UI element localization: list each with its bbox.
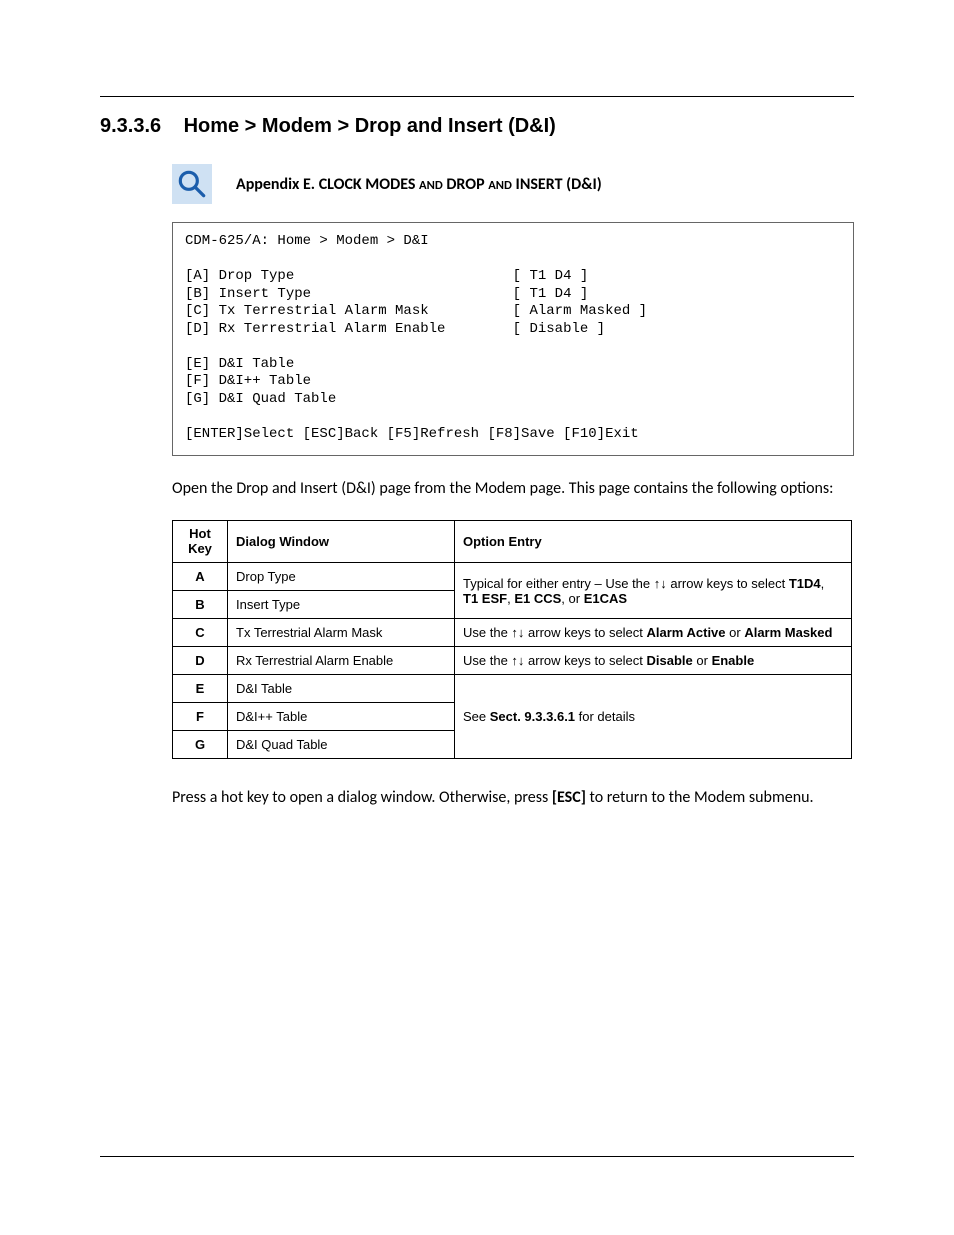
hotkey-cell: F xyxy=(173,703,228,731)
entry-cell: Use the ↑↓ arrow keys to select Disable … xyxy=(455,647,852,675)
terminal-row-a-value: [ T1 D4 ] xyxy=(513,268,589,284)
hotkey-cell: E xyxy=(173,675,228,703)
dialog-cell: Rx Terrestrial Alarm Enable xyxy=(228,647,455,675)
col-header-hotkey: Hot Key xyxy=(173,520,228,563)
col-header-entry: Option Entry xyxy=(455,520,852,563)
terminal-output: CDM-625/A: Home > Modem > D&I [A] Drop T… xyxy=(172,222,854,456)
dialog-cell: Tx Terrestrial Alarm Mask xyxy=(228,619,455,647)
hotkey-cell: A xyxy=(173,563,228,591)
entry-cell: See Sect. 9.3.3.6.1 for details xyxy=(455,675,852,759)
hotkey-cell: G xyxy=(173,731,228,759)
intro-paragraph: Open the Drop and Insert (D&I) page from… xyxy=(172,478,854,500)
bottom-rule xyxy=(100,1156,854,1157)
dialog-cell: D&I++ Table xyxy=(228,703,455,731)
hotkey-cell: C xyxy=(173,619,228,647)
hotkey-cell: D xyxy=(173,647,228,675)
table-row: D Rx Terrestrial Alarm Enable Use the ↑↓… xyxy=(173,647,852,675)
terminal-row-c-label: [C] Tx Terrestrial Alarm Mask xyxy=(185,303,429,319)
section-title: Home > Modem > Drop and Insert (D&I) xyxy=(184,115,556,137)
entry-cell: Typical for either entry – Use the ↑↓ ar… xyxy=(455,563,852,619)
table-row: E D&I Table See Sect. 9.3.3.6.1 for deta… xyxy=(173,675,852,703)
magnifier-icon xyxy=(172,164,212,204)
terminal-breadcrumb: CDM-625/A: Home > Modem > D&I xyxy=(185,233,429,249)
dialog-cell: D&I Table xyxy=(228,675,455,703)
terminal-footer: [ENTER]Select [ESC]Back [F5]Refresh [F8]… xyxy=(185,426,639,442)
dialog-cell: Drop Type xyxy=(228,563,455,591)
terminal-row-e: [E] D&I Table xyxy=(185,356,294,372)
terminal-row-a-label: [A] Drop Type xyxy=(185,268,294,284)
terminal-row-b-label: [B] Insert Type xyxy=(185,286,311,302)
dialog-cell: D&I Quad Table xyxy=(228,731,455,759)
terminal-row-d-label: [D] Rx Terrestrial Alarm Enable xyxy=(185,321,445,337)
terminal-row-f: [F] D&I++ Table xyxy=(185,373,311,389)
table-header-row: Hot Key Dialog Window Option Entry xyxy=(173,520,852,563)
terminal-row-g: [G] D&I Quad Table xyxy=(185,391,336,407)
appendix-text: Appendix E. CLOCK MODES AND DROP AND INS… xyxy=(236,175,602,194)
entry-cell: Use the ↑↓ arrow keys to select Alarm Ac… xyxy=(455,619,852,647)
section-heading: 9.3.3.6 Home > Modem > Drop and Insert (… xyxy=(100,115,854,138)
esc-key: [ESC] xyxy=(552,788,586,807)
dialog-cell: Insert Type xyxy=(228,591,455,619)
col-header-dialog: Dialog Window xyxy=(228,520,455,563)
terminal-row-b-value: [ T1 D4 ] xyxy=(513,286,589,302)
outro-paragraph: Press a hot key to open a dialog window.… xyxy=(172,787,854,809)
options-table: Hot Key Dialog Window Option Entry A Dro… xyxy=(172,520,852,760)
table-row: C Tx Terrestrial Alarm Mask Use the ↑↓ a… xyxy=(173,619,852,647)
hotkey-cell: B xyxy=(173,591,228,619)
terminal-row-d-value: [ Disable ] xyxy=(513,321,605,337)
terminal-row-c-value: [ Alarm Masked ] xyxy=(513,303,647,319)
section-number: 9.3.3.6 xyxy=(100,115,178,138)
page: 9.3.3.6 Home > Modem > Drop and Insert (… xyxy=(0,0,954,1235)
top-rule xyxy=(100,96,854,97)
appendix-reference: Appendix E. CLOCK MODES AND DROP AND INS… xyxy=(172,164,854,204)
table-row: A Drop Type Typical for either entry – U… xyxy=(173,563,852,591)
